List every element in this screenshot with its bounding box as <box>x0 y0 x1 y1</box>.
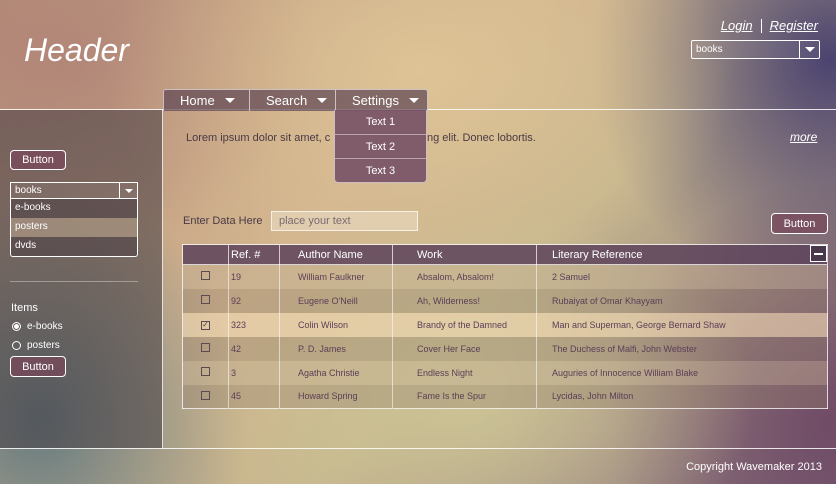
cell-ref: 42 <box>228 336 280 361</box>
row-select-cell <box>182 360 229 385</box>
cell-work: Brandy of the Damned <box>392 312 537 337</box>
row-select-cell <box>182 336 229 361</box>
cell-reference: Lycidas, John Milton <box>536 384 828 409</box>
checkbox-icon[interactable] <box>201 271 210 281</box>
cell-ref: 92 <box>228 288 280 313</box>
cell-reference: Rubaiyat of Omar Khayyam <box>536 288 828 313</box>
main-nav: Home Search Settings <box>163 89 428 111</box>
cell-reference: The Duchess of Malfi, John Webster <box>536 336 828 361</box>
data-table: Ref. # Author Name Work Literary Referen… <box>182 244 828 409</box>
row-select-cell <box>182 288 229 313</box>
dropdown-option-posters[interactable]: posters <box>11 218 137 237</box>
chevron-down-icon <box>317 98 328 103</box>
cell-ref: 323 <box>228 312 280 337</box>
table-row[interactable]: ✓ 323 Colin Wilson Brandy of the Damned Man … <box>182 312 828 337</box>
collapse-icon[interactable] <box>810 245 827 262</box>
table-row[interactable]: 3 Agatha Christie Endless Night Auguries of… <box>182 360 828 385</box>
table-row[interactable]: 42 P. D. James Cover Her Face The Duchess o… <box>182 336 828 361</box>
register-link[interactable]: Register <box>770 18 818 33</box>
cell-author: P. D. James <box>279 336 393 361</box>
menu-item-text-3[interactable]: Text 3 <box>335 158 426 182</box>
nav-home[interactable]: Home <box>164 90 250 111</box>
radio-ebooks[interactable]: e-books <box>12 321 63 332</box>
chevron-down-icon <box>224 98 235 103</box>
settings-dropdown-menu: Text 1 Text 2 Text 3 <box>334 110 427 183</box>
checkbox-icon[interactable] <box>201 295 210 304</box>
cell-work: Endless Night <box>392 360 537 385</box>
menu-item-text-1[interactable]: Text 1 <box>335 110 426 134</box>
row-select-cell <box>182 264 229 289</box>
menu-item-text-2[interactable]: Text 2 <box>335 134 426 158</box>
dropdown-option-dvds[interactable]: dvds <box>11 237 137 256</box>
cell-ref: 3 <box>228 360 280 385</box>
login-link[interactable]: Login <box>721 18 753 33</box>
auth-divider <box>760 18 762 33</box>
nav-home-label: Home <box>180 93 215 108</box>
cell-reference: Auguries of Innocence William Blake <box>536 360 828 385</box>
header-reference[interactable]: Literary Reference <box>536 244 828 265</box>
sidebar-divider <box>10 281 138 282</box>
table-header-row: Ref. # Author Name Work Literary Referen… <box>182 244 828 265</box>
table-body: 19 William Faulkner Absalom, Absalom! 2 Sam… <box>182 264 828 409</box>
intro-text-left: Lorem ipsum dolor sit amet, c <box>186 132 331 144</box>
cell-ref: 19 <box>228 264 280 289</box>
cell-work: Fame Is the Spur <box>392 384 537 409</box>
more-link[interactable]: more <box>790 130 817 144</box>
header-work[interactable]: Work <box>392 244 537 265</box>
header-author[interactable]: Author Name <box>279 244 393 265</box>
checkbox-icon[interactable] <box>201 367 210 376</box>
cell-work: Absalom, Absalom! <box>392 264 537 289</box>
data-table-wrapper: Ref. # Author Name Work Literary Referen… <box>182 244 828 409</box>
header-ref[interactable]: Ref. # <box>228 244 280 265</box>
cell-author: Howard Spring <box>279 384 393 409</box>
row-select-cell: ✓ <box>182 312 229 337</box>
nav-search[interactable]: Search <box>250 90 336 111</box>
radio-label: e-books <box>27 321 63 332</box>
cell-work: Cover Her Face <box>392 336 537 361</box>
items-label: Items <box>11 302 38 314</box>
sidebar-category-select[interactable]: books <box>10 182 138 199</box>
row-select-cell <box>182 384 229 409</box>
copyright-text: Copyright Wavemaker 2013 <box>686 461 822 473</box>
cell-ref: 45 <box>228 384 280 409</box>
auth-links: Login Register <box>721 18 818 33</box>
header-select-value: books <box>696 44 723 55</box>
sidebar-top-button[interactable]: Button <box>10 150 66 170</box>
cell-author: Agatha Christie <box>279 360 393 385</box>
sidebar-dropdown-list: e-books posters dvds <box>10 199 138 257</box>
radio-posters[interactable]: posters <box>12 340 60 351</box>
checkbox-icon[interactable] <box>201 343 210 352</box>
nav-settings[interactable]: Settings <box>336 90 427 111</box>
nav-search-label: Search <box>266 93 308 108</box>
data-input[interactable] <box>271 211 418 231</box>
sidebar-bottom-button[interactable]: Button <box>10 356 66 377</box>
radio-label: posters <box>27 340 60 351</box>
table-row[interactable]: 45 Howard Spring Fame Is the Spur Lycidas, … <box>182 384 828 409</box>
checkbox-checked-icon[interactable]: ✓ <box>201 320 210 330</box>
cell-reference: Man and Superman, George Bernard Shaw <box>536 312 828 337</box>
cell-author: Colin Wilson <box>279 312 393 337</box>
cell-work: Ah, Wilderness! <box>392 288 537 313</box>
footer-divider <box>0 448 836 449</box>
checkbox-icon[interactable] <box>201 390 210 400</box>
header-select-column <box>182 244 229 265</box>
dropdown-option-ebooks[interactable]: e-books <box>11 199 137 218</box>
chevron-down-icon[interactable] <box>799 41 819 58</box>
nav-settings-label: Settings <box>352 93 399 108</box>
chevron-down-icon <box>408 98 419 103</box>
table-row[interactable]: 19 William Faulkner Absalom, Absalom! 2 Sam… <box>182 264 828 289</box>
intro-text-right: ng elit. Donec lobortis. <box>427 132 536 144</box>
cell-author: William Faulkner <box>279 264 393 289</box>
enter-data-label: Enter Data Here <box>183 215 263 227</box>
main-button[interactable]: Button <box>771 213 828 234</box>
cell-author: Eugene O'Neill <box>279 288 393 313</box>
table-row[interactable]: 92 Eugene O'Neill Ah, Wilderness! Rubaiyat … <box>182 288 828 313</box>
cell-reference: 2 Samuel <box>536 264 828 289</box>
radio-unchecked-icon <box>12 341 21 350</box>
page-title: Header <box>24 32 129 68</box>
header-category-select[interactable]: books <box>691 40 820 59</box>
chevron-down-icon[interactable] <box>119 183 137 198</box>
radio-checked-icon <box>12 322 21 331</box>
sidebar-select-value: books <box>15 185 42 196</box>
